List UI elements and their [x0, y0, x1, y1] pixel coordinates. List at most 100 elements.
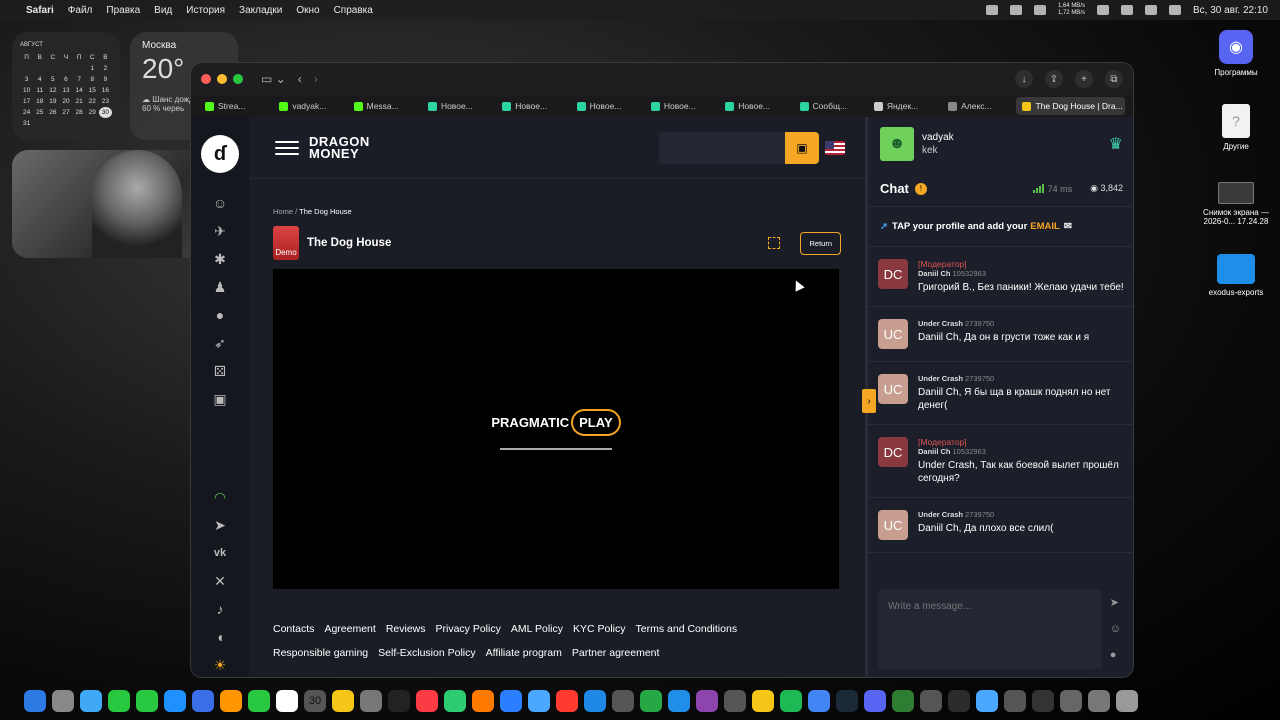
menu-edit[interactable]: Правка	[106, 5, 140, 16]
chat-username[interactable]: vadyak	[922, 131, 954, 144]
status-icon[interactable]	[1009, 5, 1022, 15]
browser-tab[interactable]: Новое...	[422, 97, 494, 115]
telegram-icon[interactable]: ➤	[211, 516, 229, 534]
forward-icon[interactable]: ›	[314, 72, 318, 86]
bell-icon[interactable]: ♪	[211, 600, 229, 618]
wifi-icon[interactable]	[1120, 5, 1133, 15]
dock-app-icon[interactable]	[52, 690, 74, 712]
nav-rocket-icon[interactable]: ✈	[211, 222, 229, 240]
dock-app-icon[interactable]	[108, 690, 130, 712]
dock-app-icon[interactable]	[752, 690, 774, 712]
close-window-button[interactable]	[201, 74, 211, 84]
dock-app-icon[interactable]	[1060, 690, 1082, 712]
nav-chest-icon[interactable]: ▣	[211, 390, 229, 408]
vk-icon[interactable]: vk	[211, 544, 229, 562]
desktop-icon-screenshot[interactable]: Снимок экрана — 2026-0... 17.24.28	[1196, 182, 1276, 226]
footer-link[interactable]: Privacy Policy	[436, 617, 501, 641]
share-icon[interactable]: ⇪	[1045, 70, 1063, 88]
nav-person-icon[interactable]: ♟	[211, 278, 229, 296]
footer-link[interactable]: Responsible gaming	[273, 641, 368, 665]
footer-link[interactable]: KYC Policy	[573, 617, 626, 641]
calendar-widget[interactable]: АВГУСТ П В С Ч П С В 1 2 3 4 5 6 7 8 9 10 11 12 13 14 15 16 17 1…	[12, 32, 120, 140]
dock-app-icon[interactable]	[360, 690, 382, 712]
avatar[interactable]: ☻	[880, 127, 914, 161]
dock-app-icon[interactable]	[892, 690, 914, 712]
dock-app-icon[interactable]	[948, 690, 970, 712]
download-icon[interactable]: ↓	[1015, 70, 1033, 88]
dock-app-icon[interactable]	[668, 690, 690, 712]
dock-app-icon[interactable]	[388, 690, 410, 712]
dock-app-icon[interactable]: 30	[304, 690, 326, 712]
footer-link[interactable]: Partner agreement	[572, 641, 660, 665]
chat-author[interactable]: Under Crash 2739750	[918, 319, 1089, 328]
wallet-button[interactable]: ▣	[785, 131, 819, 164]
dock-app-icon[interactable]	[248, 690, 270, 712]
language-flag-icon[interactable]	[825, 140, 845, 155]
back-icon[interactable]: ‹	[298, 72, 302, 86]
dock-app-icon[interactable]	[416, 690, 438, 712]
footer-link[interactable]: Terms and Conditions	[636, 617, 738, 641]
chat-message[interactable]: UC Under Crash 2739750 Daniil Ch, Да плохо …	[868, 498, 1133, 553]
status-icon[interactable]	[1033, 5, 1046, 15]
browser-tab[interactable]: vadyak...	[273, 97, 345, 115]
dock-app-icon[interactable]	[1088, 690, 1110, 712]
menu-bookmarks[interactable]: Закладки	[239, 5, 282, 16]
footer-link[interactable]: AML Policy	[511, 617, 563, 641]
chat-message[interactable]: UC Under Crash 2739750 Daniil Ch, Я бы ща в…	[868, 362, 1133, 425]
browser-tab[interactable]: Яндек...	[868, 97, 940, 115]
menu-history[interactable]: История	[186, 5, 225, 16]
theme-icon[interactable]: ☀	[211, 656, 229, 674]
desktop-icon-other[interactable]: ? Другие	[1196, 104, 1276, 151]
dragon-logo-icon[interactable]: ɗ	[201, 135, 239, 173]
return-button[interactable]: Return	[800, 231, 841, 255]
chat-author[interactable]: Daniil Ch 10532963	[918, 447, 1125, 456]
footer-link[interactable]: Contacts	[273, 617, 314, 641]
battery-icon[interactable]	[1096, 5, 1109, 15]
chat-notice[interactable]: ➚ TAP your profile and add your EMAIL ✉	[868, 207, 1133, 247]
chat-message[interactable]: DC [Модератор] Daniil Ch 10532963 Григорий В…	[868, 247, 1133, 307]
nav-support-icon[interactable]: ◠	[211, 488, 229, 506]
balance-box[interactable]	[659, 131, 785, 164]
control-center-icon[interactable]	[1168, 5, 1181, 15]
browser-tab[interactable]: Strea...	[199, 97, 271, 115]
nav-smile-icon[interactable]: ☺	[211, 194, 229, 212]
dock-app-icon[interactable]	[500, 690, 522, 712]
dock-app-icon[interactable]	[1032, 690, 1054, 712]
nav-plane-icon[interactable]: ➶	[211, 334, 229, 352]
dock-app-icon[interactable]	[920, 690, 942, 712]
dock-app-icon[interactable]	[836, 690, 858, 712]
tab-overview-icon[interactable]: ⧉	[1105, 70, 1123, 88]
avatar[interactable]: DC	[878, 259, 908, 289]
dock-app-icon[interactable]	[976, 690, 998, 712]
avatar[interactable]: DC	[878, 437, 908, 467]
desktop-icon-folder[interactable]: exodus-exports	[1196, 254, 1276, 297]
browser-tab[interactable]: Сообщ...	[794, 97, 866, 115]
menu-view[interactable]: Вид	[154, 5, 172, 16]
dock-app-icon[interactable]	[80, 690, 102, 712]
nav-bomb-icon[interactable]: ●	[211, 306, 229, 324]
avatar[interactable]: UC	[878, 374, 908, 404]
dock-app-icon[interactable]	[1004, 690, 1026, 712]
info-icon[interactable]: !	[914, 182, 927, 195]
sound-icon[interactable]: ◖	[211, 628, 229, 646]
dock-app-icon[interactable]	[472, 690, 494, 712]
chat-author[interactable]: Under Crash 2739750	[918, 510, 1053, 519]
menu-burger-icon[interactable]	[275, 140, 299, 155]
chat-collapse-icon[interactable]: ›	[862, 389, 876, 413]
dock-app-icon[interactable]	[1116, 690, 1138, 712]
nav-bug-icon[interactable]: ✱	[211, 250, 229, 268]
menu-window[interactable]: Окно	[296, 5, 319, 16]
browser-tab[interactable]: The Dog House | Dra...	[1016, 97, 1125, 115]
chat-message[interactable]: UC Under Crash 2739750 Daniil Ch, Да он в г…	[868, 307, 1133, 362]
zoom-window-button[interactable]	[233, 74, 243, 84]
send-icon[interactable]: ➤	[1110, 596, 1121, 609]
dock-app-icon[interactable]	[528, 690, 550, 712]
nav-dice-icon[interactable]: ⚄	[211, 362, 229, 380]
clock[interactable]: Вс, 30 авг. 22:10	[1193, 5, 1268, 16]
chat-author[interactable]: Under Crash 2739750	[918, 374, 1125, 383]
dock-app-icon[interactable]	[444, 690, 466, 712]
dock-app-icon[interactable]	[808, 690, 830, 712]
new-tab-icon[interactable]: +	[1075, 70, 1093, 88]
avatar[interactable]: UC	[878, 319, 908, 349]
x-icon[interactable]: ✕	[211, 572, 229, 590]
